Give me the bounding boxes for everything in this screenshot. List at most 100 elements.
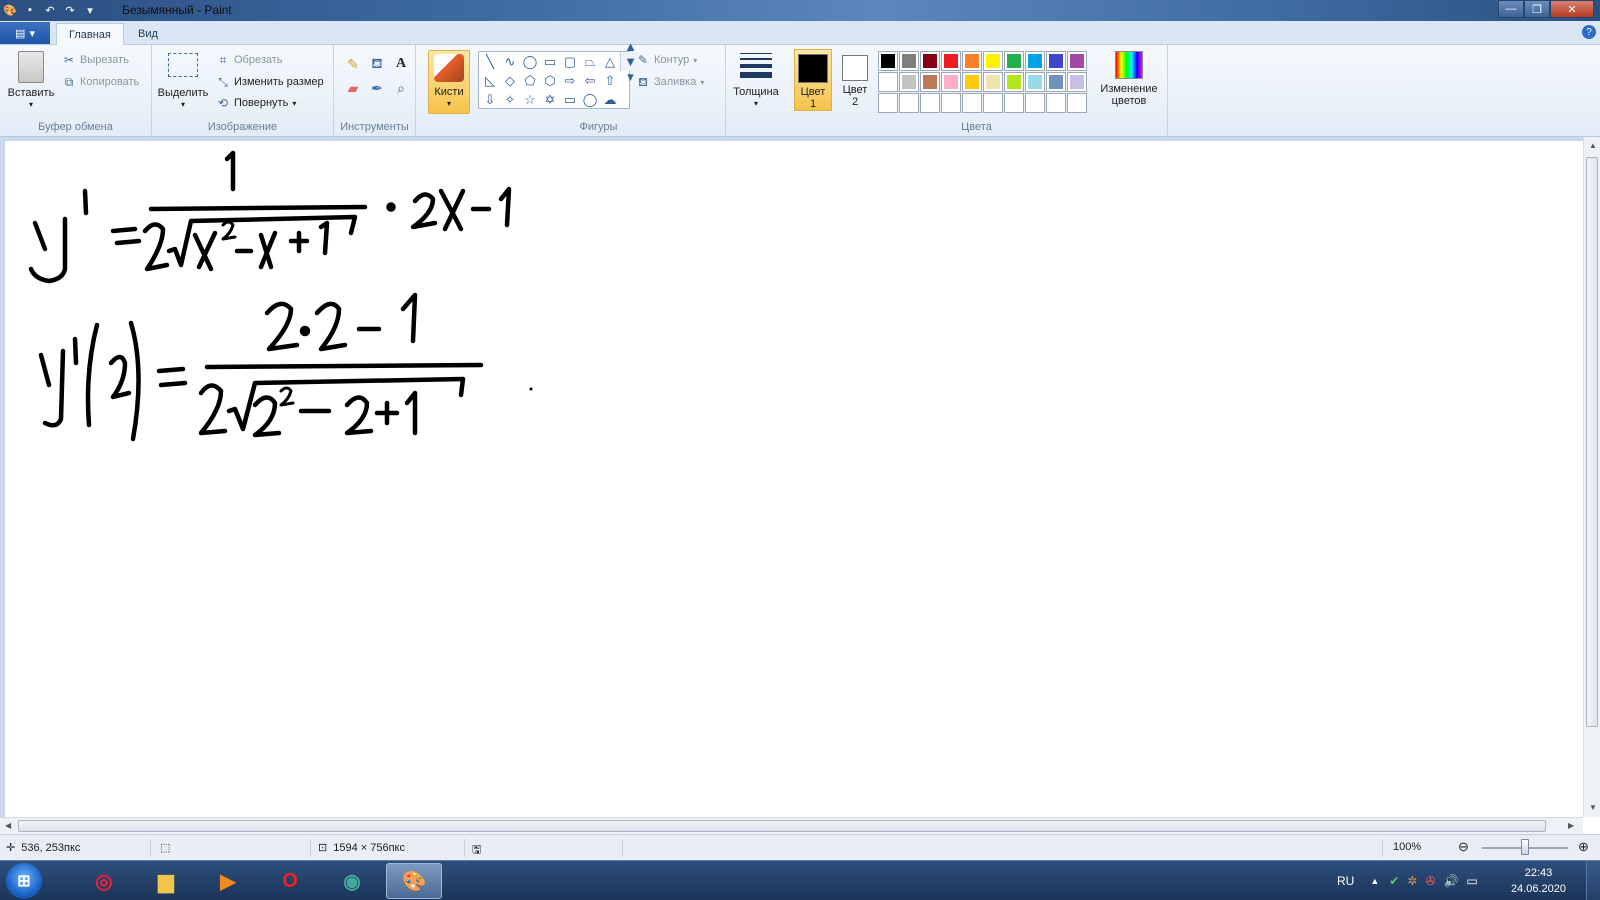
start-button[interactable]: ⊞ xyxy=(6,863,42,899)
brushes-button[interactable]: Кисти ▾ xyxy=(428,50,470,114)
right-triangle-shape-icon[interactable]: ◺ xyxy=(480,71,500,90)
oval-callout-shape-icon[interactable]: ◯ xyxy=(580,90,600,109)
help-icon[interactable]: ? xyxy=(1582,25,1596,39)
vertical-scrollbar[interactable]: ▲ ▼ xyxy=(1583,137,1600,817)
palette-swatch[interactable] xyxy=(962,51,982,71)
line-shape-icon[interactable]: ╲ xyxy=(480,52,500,71)
eraser-icon[interactable]: ▰ xyxy=(342,77,364,99)
up-arrow-shape-icon[interactable]: ⇧ xyxy=(600,71,620,90)
scroll-left-icon[interactable]: ◀ xyxy=(5,821,11,830)
scroll-up-icon[interactable]: ▲ xyxy=(1589,141,1597,150)
language-indicator[interactable]: RU xyxy=(1337,874,1354,888)
tray-tools-icon[interactable]: ✇ xyxy=(1425,874,1435,888)
five-point-star-shape-icon[interactable]: ☆ xyxy=(520,90,540,109)
left-arrow-shape-icon[interactable]: ⇦ xyxy=(580,71,600,90)
palette-swatch[interactable] xyxy=(1025,72,1045,92)
cloud-callout-shape-icon[interactable]: ☁ xyxy=(600,90,620,109)
palette-swatch[interactable] xyxy=(941,51,961,71)
color-picker-icon[interactable]: ✒ xyxy=(366,77,388,99)
palette-swatch[interactable] xyxy=(941,72,961,92)
horizontal-scroll-thumb[interactable] xyxy=(18,820,1546,832)
paste-button[interactable]: Вставить ▾ xyxy=(6,51,56,111)
palette-swatch[interactable] xyxy=(983,72,1003,92)
palette-swatch[interactable] xyxy=(899,93,919,113)
palette-swatch[interactable] xyxy=(1067,51,1087,71)
palette-swatch[interactable] xyxy=(1067,72,1087,92)
palette-swatch[interactable] xyxy=(920,51,940,71)
zoom-out-icon[interactable]: ⊖ xyxy=(1458,839,1469,855)
text-tool-icon[interactable]: A xyxy=(390,53,412,75)
minimize-button[interactable]: — xyxy=(1498,0,1524,18)
tray-settings-icon[interactable]: ✲ xyxy=(1407,874,1417,888)
tab-home[interactable]: Главная xyxy=(56,23,124,45)
taskbar-opera-gx-icon[interactable]: ◎ xyxy=(76,863,132,899)
vertical-scroll-thumb[interactable] xyxy=(1586,157,1598,727)
down-arrow-shape-icon[interactable]: ⇩ xyxy=(480,90,500,109)
rectangle-shape-icon[interactable]: ▭ xyxy=(540,52,560,71)
palette-swatch[interactable] xyxy=(941,93,961,113)
rect-callout-shape-icon[interactable]: ▭ xyxy=(560,90,580,109)
palette-swatch[interactable] xyxy=(920,72,940,92)
palette-swatch[interactable] xyxy=(878,51,898,71)
palette-swatch[interactable] xyxy=(899,72,919,92)
palette-swatch[interactable] xyxy=(1046,51,1066,71)
resize-button[interactable]: ⤡ Изменить размер xyxy=(216,75,323,89)
palette-swatch[interactable] xyxy=(878,93,898,113)
tray-expand-icon[interactable]: ▲ xyxy=(1370,876,1379,886)
hexagon-shape-icon[interactable]: ⬡ xyxy=(540,71,560,90)
palette-swatch[interactable] xyxy=(1067,93,1087,113)
taskbar-explorer-icon[interactable]: ▆ xyxy=(138,863,194,899)
crop-button[interactable]: ⌗ Обрезать xyxy=(216,53,283,67)
tab-view[interactable]: Вид xyxy=(126,23,170,45)
palette-swatch[interactable] xyxy=(983,93,1003,113)
four-point-star-shape-icon[interactable]: ✧ xyxy=(500,90,520,109)
palette-swatch[interactable] xyxy=(962,93,982,113)
maximize-button[interactable]: ❐ xyxy=(1524,0,1550,18)
palette-swatch[interactable] xyxy=(1004,51,1024,71)
taskbar-media-player-icon[interactable]: ▶ xyxy=(200,863,256,899)
zoom-in-icon[interactable]: ⊕ xyxy=(1578,839,1589,855)
cut-button[interactable]: ✂ Вырезать xyxy=(62,53,129,67)
palette-swatch[interactable] xyxy=(983,51,1003,71)
save-icon[interactable]: ▪ xyxy=(22,2,38,18)
network-icon[interactable]: ▭ xyxy=(1466,874,1477,888)
palette-swatch[interactable] xyxy=(878,72,898,92)
copy-button[interactable]: ⧉ Копировать xyxy=(62,75,140,89)
palette-swatch[interactable] xyxy=(1004,93,1024,113)
horizontal-scrollbar[interactable]: ◀ ▶ xyxy=(0,817,1583,834)
system-clock[interactable]: 22:43 24.06.2020 xyxy=(1511,865,1566,897)
palette-swatch[interactable] xyxy=(899,51,919,71)
magnifier-icon[interactable]: ⌕ xyxy=(390,77,412,99)
zoom-slider-thumb[interactable] xyxy=(1521,839,1529,855)
select-button[interactable]: Выделить ▾ xyxy=(156,53,210,111)
close-button[interactable]: ✕ xyxy=(1550,0,1594,18)
palette-swatch[interactable] xyxy=(1046,93,1066,113)
edit-colors-button[interactable]: Изменение цветов xyxy=(1096,51,1162,107)
oval-shape-icon[interactable]: ◯ xyxy=(520,52,540,71)
redo-icon[interactable]: ↷ xyxy=(62,2,78,18)
palette-swatch[interactable] xyxy=(920,93,940,113)
fill-button[interactable]: ⛾ Заливка ▾ xyxy=(636,75,704,89)
outline-button[interactable]: ✎ Контур ▾ xyxy=(636,53,697,67)
taskbar-paint-icon[interactable]: 🎨 xyxy=(386,863,442,899)
six-point-star-shape-icon[interactable]: ✡ xyxy=(540,90,560,109)
pentagon-shape-icon[interactable]: ⬠ xyxy=(520,71,540,90)
palette-swatch[interactable] xyxy=(1025,51,1045,71)
palette-swatch[interactable] xyxy=(962,72,982,92)
palette-swatch[interactable] xyxy=(1025,93,1045,113)
color1-button[interactable]: Цвет 1 xyxy=(794,49,832,111)
scroll-down-icon[interactable]: ▼ xyxy=(1589,803,1597,812)
taskbar-chrome-icon[interactable]: ◉ xyxy=(324,863,380,899)
customize-qat-icon[interactable]: ▾ xyxy=(82,2,98,18)
diamond-shape-icon[interactable]: ◇ xyxy=(500,71,520,90)
palette-swatch[interactable] xyxy=(1004,72,1024,92)
size-button[interactable]: Толщина ▾ xyxy=(730,51,782,110)
taskbar-opera-icon[interactable]: O xyxy=(262,863,318,899)
curve-shape-icon[interactable]: ∿ xyxy=(500,52,520,71)
rounded-rectangle-shape-icon[interactable]: ▢ xyxy=(560,52,580,71)
scroll-right-icon[interactable]: ▶ xyxy=(1568,821,1574,830)
drawing-canvas[interactable] xyxy=(5,141,1583,817)
rotate-button[interactable]: ⟲ Повернуть ▾ xyxy=(216,96,296,110)
palette-swatch[interactable] xyxy=(1046,72,1066,92)
paint-app-icon[interactable]: 🎨 xyxy=(2,2,18,18)
